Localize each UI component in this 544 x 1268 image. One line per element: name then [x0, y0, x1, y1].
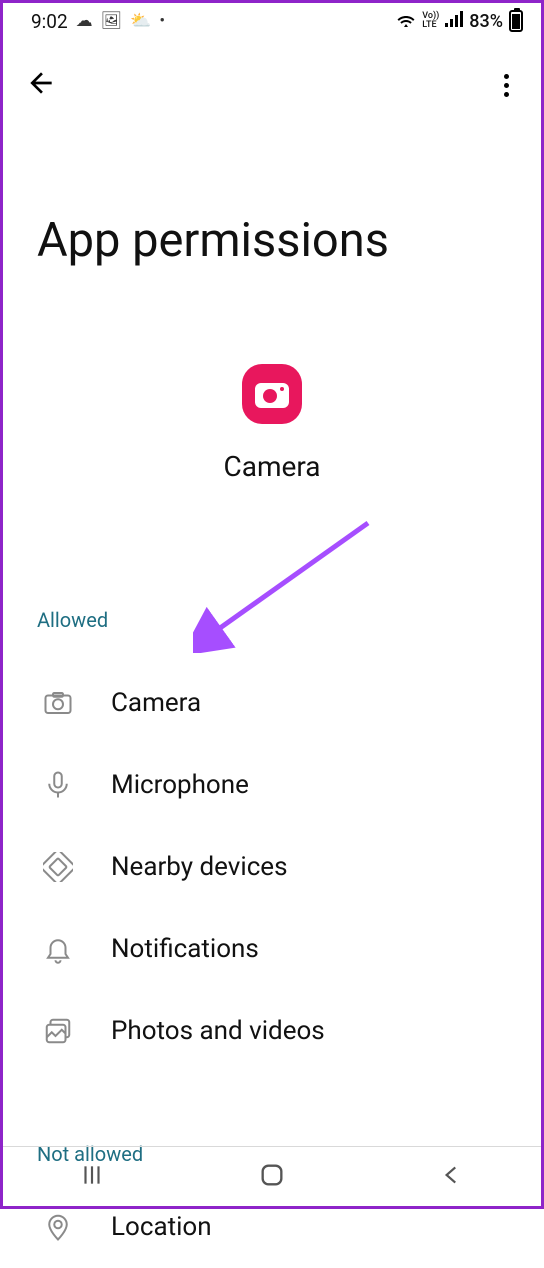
nearby-icon: [43, 852, 73, 882]
status-left: 9:02 ☁ 🖼 ⛅ •: [31, 10, 165, 33]
volte-icon: Vo))LTE: [422, 12, 439, 30]
permission-notifications[interactable]: Notifications: [3, 908, 541, 990]
permission-label: Camera: [111, 688, 201, 718]
permission-label: Location: [111, 1212, 212, 1242]
app-identity: Camera: [3, 364, 541, 483]
photos-icon: [43, 1016, 73, 1046]
microphone-icon: [43, 770, 73, 800]
nav-back-button[interactable]: [439, 1162, 465, 1192]
permission-camera[interactable]: Camera: [3, 662, 541, 744]
permission-label: Photos and videos: [111, 1016, 325, 1046]
image-icon: 🖼: [101, 11, 123, 31]
permission-photos-videos[interactable]: Photos and videos: [3, 990, 541, 1072]
status-time: 9:02: [31, 10, 68, 33]
permission-microphone[interactable]: Microphone: [3, 744, 541, 826]
signal-icon: [445, 11, 463, 32]
permission-label: Notifications: [111, 934, 259, 964]
weather-icon: ⛅: [130, 11, 151, 31]
dot-icon: •: [159, 11, 165, 31]
status-right: Vo))LTE 83%: [396, 10, 523, 32]
wifi-icon: [396, 11, 416, 32]
permission-label: Microphone: [111, 770, 249, 800]
recents-button[interactable]: [79, 1162, 105, 1192]
battery-pct: 83%: [469, 11, 503, 32]
app-bar: [3, 39, 541, 103]
permission-nearby-devices[interactable]: Nearby devices: [3, 826, 541, 908]
location-icon: [43, 1212, 73, 1242]
camera-icon: [43, 688, 73, 718]
annotation-arrow: [193, 513, 383, 653]
home-button[interactable]: [258, 1161, 286, 1193]
permission-label: Nearby devices: [111, 852, 288, 882]
page-title: App permissions: [3, 103, 541, 268]
battery-icon: [509, 10, 523, 32]
more-options-button[interactable]: [494, 68, 519, 103]
app-name: Camera: [223, 450, 320, 483]
cloud-icon: ☁: [76, 11, 93, 31]
allowed-header: Allowed: [3, 608, 541, 632]
back-button[interactable]: [25, 67, 57, 103]
status-bar: 9:02 ☁ 🖼 ⛅ • Vo))LTE 83%: [3, 3, 541, 39]
allowed-list: Camera Microphone Nearby devices Notific…: [3, 662, 541, 1072]
bell-icon: [43, 934, 73, 964]
nav-bar: [3, 1146, 541, 1206]
camera-app-icon: [242, 364, 302, 424]
